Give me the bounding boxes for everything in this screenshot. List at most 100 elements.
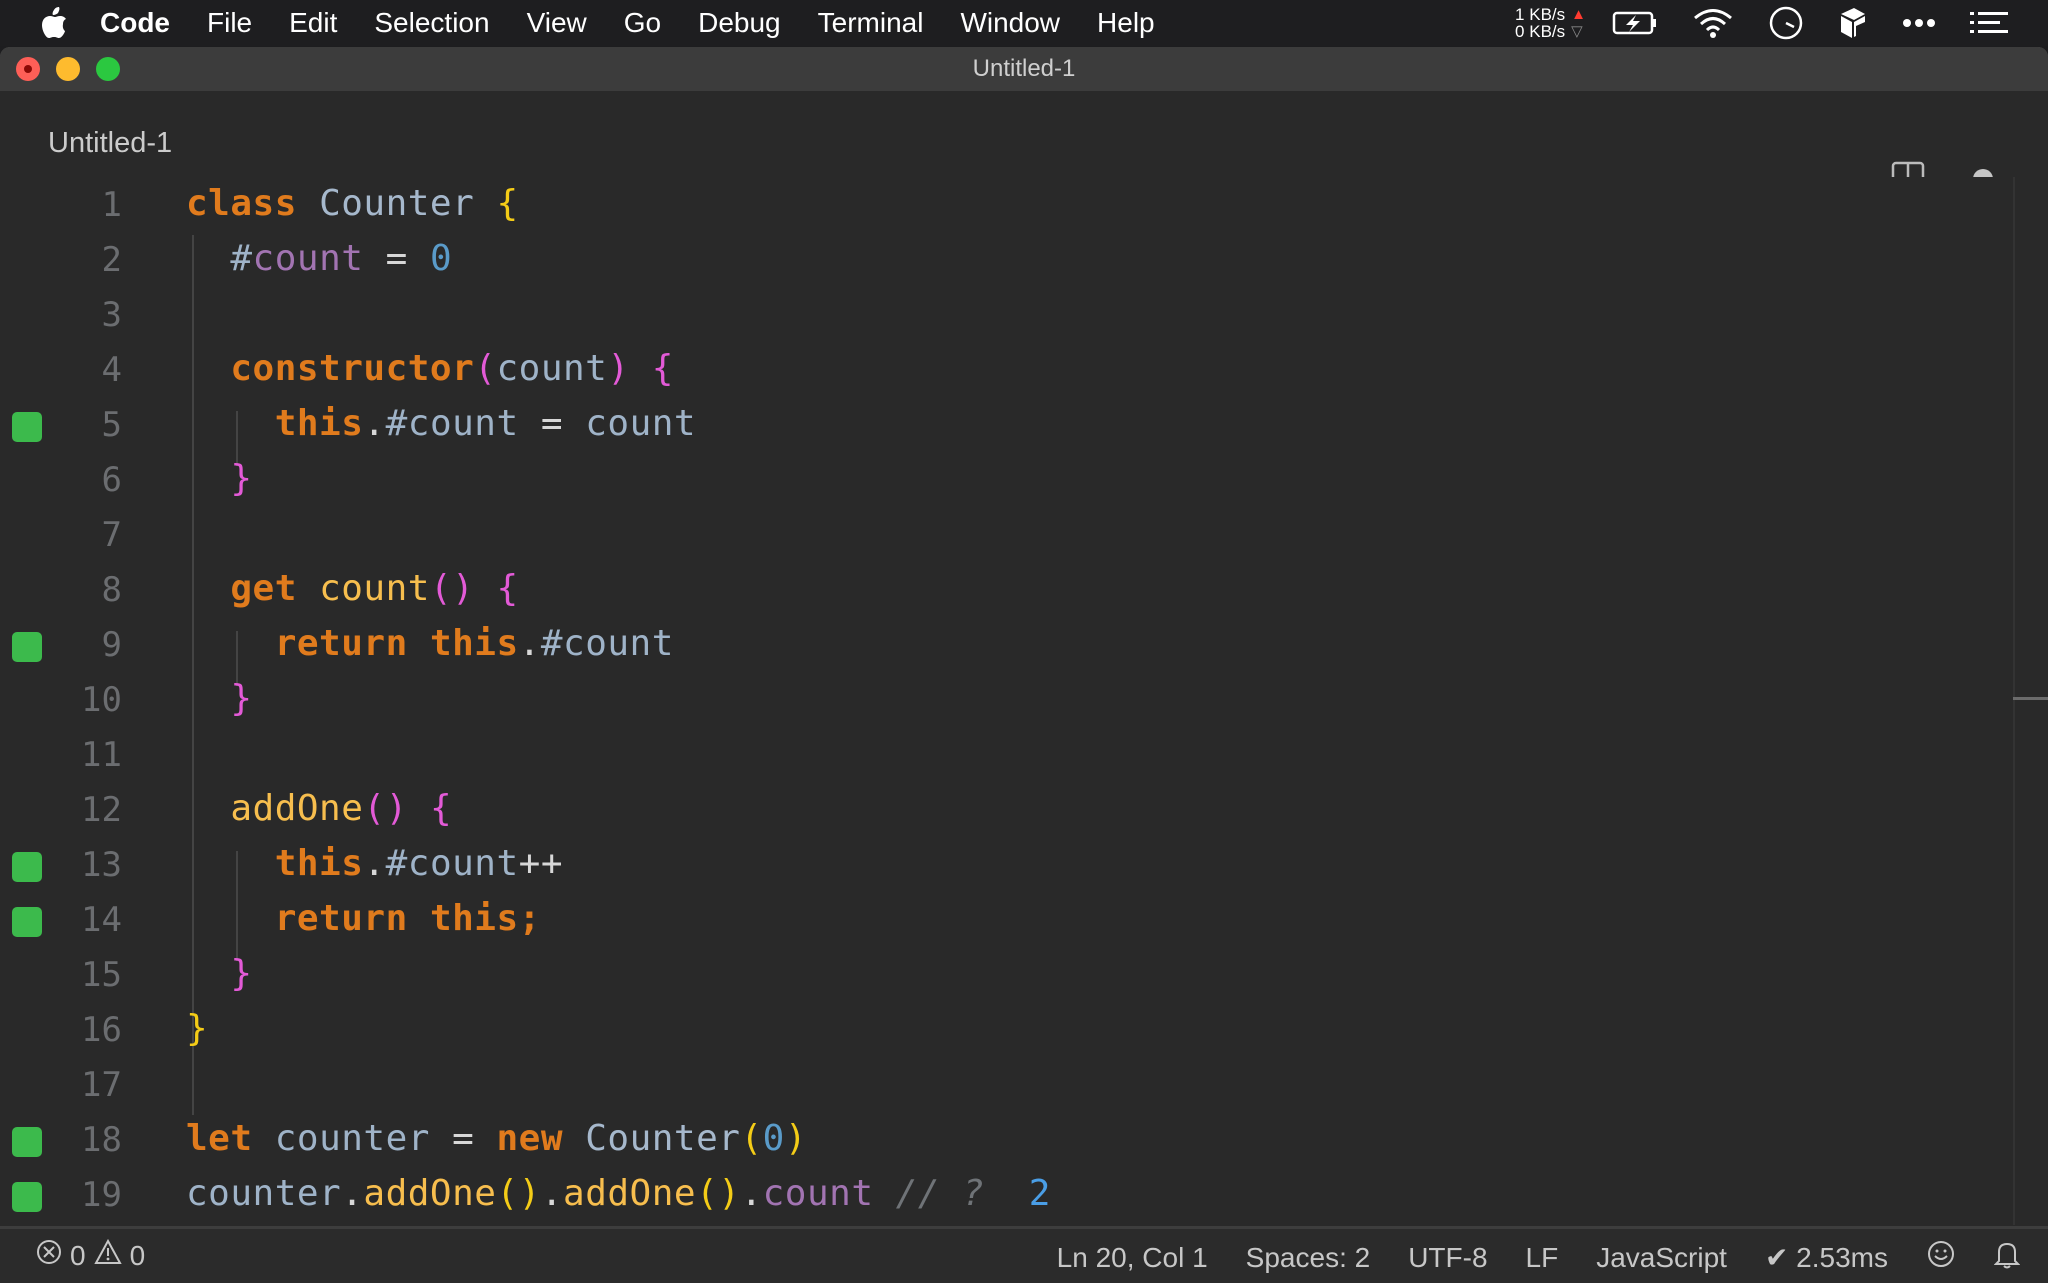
token-number: 0 bbox=[762, 1118, 785, 1159]
feedback-smiley-icon[interactable] bbox=[1926, 1239, 1956, 1276]
menu-selection[interactable]: Selection bbox=[374, 7, 489, 39]
menu-edit[interactable]: Edit bbox=[289, 7, 337, 39]
token-paren: ) bbox=[784, 1118, 807, 1159]
code-line: 12 addOne() { bbox=[0, 782, 2010, 837]
language-mode[interactable]: JavaScript bbox=[1596, 1242, 1727, 1274]
menu-window[interactable]: Window bbox=[960, 7, 1060, 39]
network-speed[interactable]: 1 KB/s 0 KB/s bbox=[1515, 6, 1565, 40]
token-paren: ( bbox=[740, 1118, 763, 1159]
line-number: 3 bbox=[101, 295, 122, 335]
coverage-marker bbox=[12, 852, 42, 882]
window-title: Untitled-1 bbox=[972, 55, 1076, 82]
scrollbar-cursor-marker bbox=[2013, 697, 2048, 700]
eol-setting[interactable]: LF bbox=[1526, 1242, 1559, 1274]
line-number: 18 bbox=[81, 1120, 122, 1160]
line-number: 9 bbox=[101, 625, 122, 665]
menu-terminal[interactable]: Terminal bbox=[818, 7, 924, 39]
code-line: 9 return this.#count bbox=[0, 617, 2010, 672]
line-number: 14 bbox=[81, 900, 122, 940]
problems-indicator[interactable]: 0 0 bbox=[36, 1238, 145, 1272]
token-class-name: Counter bbox=[319, 183, 475, 224]
code-line: 11 bbox=[0, 727, 2010, 782]
wifi-icon[interactable] bbox=[1692, 7, 1734, 39]
token-variable: counter bbox=[186, 1173, 342, 1214]
token-keyword: class bbox=[186, 183, 297, 224]
token-brace: } bbox=[230, 953, 253, 994]
code-line: 6 } bbox=[0, 452, 2010, 507]
notifications-bell-icon[interactable] bbox=[1993, 1239, 2021, 1276]
token-keyword: let bbox=[186, 1118, 253, 1159]
token-paren: ) bbox=[718, 1173, 741, 1214]
token-dot: . bbox=[363, 843, 386, 884]
token-operator: = bbox=[540, 403, 564, 444]
token-dot: . bbox=[341, 1173, 364, 1214]
token-brace: { bbox=[496, 568, 519, 609]
close-window-button[interactable] bbox=[16, 57, 40, 81]
code-editor[interactable]: 1 class Counter { 2 #count = 0 3 4 const… bbox=[0, 177, 2048, 1225]
token-brace: } bbox=[186, 1008, 209, 1049]
tab-bar: Untitled-1 bbox=[0, 91, 2048, 195]
more-icon[interactable] bbox=[1902, 18, 1936, 28]
line-number: 7 bbox=[101, 515, 122, 555]
menu-debug[interactable]: Debug bbox=[698, 7, 781, 39]
token-variable: counter bbox=[274, 1118, 430, 1159]
maximize-window-button[interactable] bbox=[96, 57, 120, 81]
tab-untitled-1[interactable]: Untitled-1 bbox=[48, 127, 172, 160]
quokka-timing[interactable]: ✔ 2.53ms bbox=[1765, 1241, 1888, 1274]
coverage-marker bbox=[12, 1182, 42, 1212]
token-paren: ) bbox=[385, 788, 408, 829]
menu-go[interactable]: Go bbox=[624, 7, 661, 39]
apple-icon[interactable] bbox=[40, 6, 70, 40]
token-paren: ( bbox=[696, 1173, 719, 1214]
minimize-window-button[interactable] bbox=[56, 57, 80, 81]
code-line: 1 class Counter { bbox=[0, 177, 2010, 232]
code-line: 19 counter.addOne().addOne().count // ? … bbox=[0, 1167, 2010, 1222]
code-line: 18 let counter = new Counter(0) bbox=[0, 1112, 2010, 1167]
token-function: addOne bbox=[363, 1173, 497, 1214]
line-number: 16 bbox=[81, 1010, 122, 1050]
code-line: 10 } bbox=[0, 672, 2010, 727]
token-brace: { bbox=[651, 348, 674, 389]
net-down-speed: 0 KB/s bbox=[1515, 22, 1566, 41]
token-comment: // ? bbox=[895, 1173, 985, 1214]
indentation-setting[interactable]: Spaces: 2 bbox=[1246, 1242, 1371, 1274]
token-property: count bbox=[407, 843, 519, 884]
box-icon[interactable] bbox=[1838, 6, 1868, 40]
token-keyword: this bbox=[429, 623, 519, 664]
token-hash: # bbox=[385, 843, 408, 884]
token-brace: } bbox=[230, 458, 253, 499]
line-number: 6 bbox=[101, 460, 122, 500]
token-dot: . bbox=[540, 1173, 564, 1214]
token-paren: ) bbox=[518, 1173, 541, 1214]
coverage-marker bbox=[12, 632, 42, 662]
line-number: 5 bbox=[101, 405, 122, 445]
status-tray: 1 KB/s 0 KB/s ▲ ▽ bbox=[1515, 0, 2048, 46]
token-operator: = bbox=[385, 238, 408, 279]
line-number: 11 bbox=[81, 735, 122, 775]
token-paren: ) bbox=[607, 348, 630, 389]
token-hash: # bbox=[540, 623, 564, 664]
encoding-setting[interactable]: UTF-8 bbox=[1408, 1242, 1487, 1274]
token-operator: = bbox=[452, 1118, 475, 1159]
error-icon bbox=[36, 1239, 62, 1272]
line-number: 17 bbox=[81, 1065, 122, 1105]
code-line: 4 constructor(count) { bbox=[0, 342, 2010, 397]
token-function: count bbox=[319, 568, 430, 609]
token-paren: ( bbox=[496, 1173, 519, 1214]
line-number: 2 bbox=[101, 240, 122, 280]
menu-help[interactable]: Help bbox=[1097, 7, 1155, 39]
coverage-marker bbox=[12, 907, 42, 937]
net-up-speed: 1 KB/s bbox=[1515, 5, 1566, 24]
menu-view[interactable]: View bbox=[527, 7, 587, 39]
battery-charging-icon[interactable] bbox=[1612, 10, 1658, 36]
line-number: 10 bbox=[81, 680, 122, 720]
title-bar[interactable]: Untitled-1 bbox=[0, 47, 2048, 91]
token-property: count bbox=[407, 403, 519, 444]
clock-icon[interactable] bbox=[1768, 5, 1804, 41]
menu-file[interactable]: File bbox=[207, 7, 252, 39]
vertical-scrollbar[interactable] bbox=[2013, 177, 2015, 1225]
menu-app-code[interactable]: Code bbox=[100, 7, 170, 39]
list-icon[interactable] bbox=[1970, 12, 2008, 34]
cursor-position[interactable]: Ln 20, Col 1 bbox=[1057, 1242, 1208, 1274]
macos-menu-bar: Code File Edit Selection View Go Debug T… bbox=[0, 0, 2048, 46]
